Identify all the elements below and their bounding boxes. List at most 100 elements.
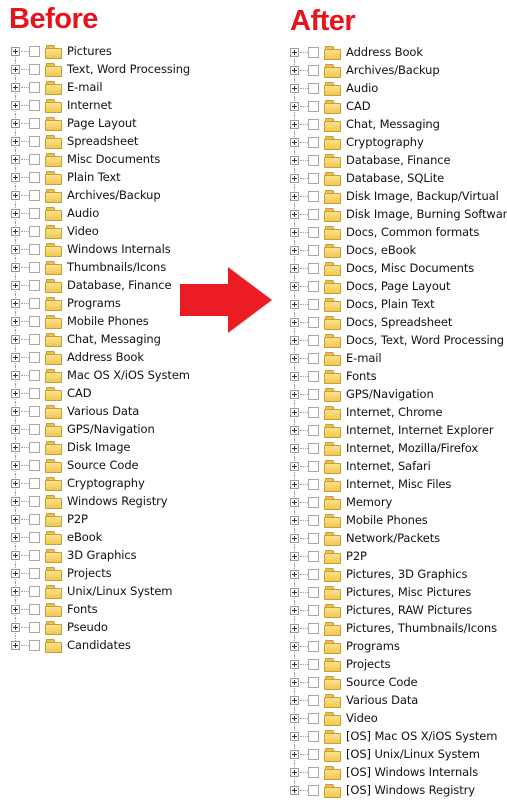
tree-item[interactable]: Address Book	[290, 43, 507, 61]
expand-plus-icon[interactable]	[290, 173, 299, 183]
expand-plus-icon[interactable]	[11, 46, 20, 56]
expand-plus-icon[interactable]	[290, 533, 299, 543]
tree-item[interactable]: Internet, Safari	[290, 457, 507, 475]
tree-item[interactable]: CAD	[11, 384, 190, 402]
tree-item[interactable]: Programs	[11, 294, 190, 312]
expand-plus-icon[interactable]	[290, 587, 299, 597]
tree-item[interactable]: GPS/Navigation	[290, 385, 507, 403]
tree-item[interactable]: Audio	[290, 79, 507, 97]
expand-plus-icon[interactable]	[290, 713, 299, 723]
tree-item[interactable]: [OS] Unix/Linux System	[290, 745, 507, 763]
checkbox[interactable]	[308, 658, 319, 670]
tree-item[interactable]: Database, Finance	[290, 151, 507, 169]
tree-item[interactable]: Thumbnails/Icons	[11, 258, 190, 276]
expand-plus-icon[interactable]	[290, 299, 299, 309]
checkbox[interactable]	[308, 406, 319, 418]
expand-plus-icon[interactable]	[11, 496, 20, 506]
tree-item[interactable]: Archives/Backup	[11, 186, 190, 204]
expand-plus-icon[interactable]	[11, 226, 20, 236]
checkbox[interactable]	[308, 568, 319, 580]
checkbox[interactable]	[29, 297, 40, 309]
tree-item[interactable]: Projects	[11, 564, 190, 582]
tree-item[interactable]: Various Data	[290, 691, 507, 709]
expand-plus-icon[interactable]	[11, 640, 20, 650]
tree-item[interactable]: Cryptography	[11, 474, 190, 492]
tree-item[interactable]: Archives/Backup	[290, 61, 507, 79]
tree-item[interactable]: Network/Packets	[290, 529, 507, 547]
checkbox[interactable]	[29, 351, 40, 363]
checkbox[interactable]	[29, 333, 40, 345]
tree-item[interactable]: Mobile Phones	[11, 312, 190, 330]
tree-item[interactable]: Internet	[11, 96, 190, 114]
tree-item[interactable]: Mac OS X/iOS System	[11, 366, 190, 384]
tree-item[interactable]: E-mail	[11, 78, 190, 96]
expand-plus-icon[interactable]	[11, 622, 20, 632]
checkbox[interactable]	[29, 441, 40, 453]
checkbox[interactable]	[29, 567, 40, 579]
expand-plus-icon[interactable]	[11, 442, 20, 452]
expand-plus-icon[interactable]	[290, 191, 299, 201]
expand-plus-icon[interactable]	[290, 317, 299, 327]
checkbox[interactable]	[308, 694, 319, 706]
tree-item[interactable]: Disk Image	[11, 438, 190, 456]
tree-item[interactable]: Page Layout	[11, 114, 190, 132]
checkbox[interactable]	[308, 748, 319, 760]
expand-plus-icon[interactable]	[11, 532, 20, 542]
expand-plus-icon[interactable]	[11, 370, 20, 380]
checkbox[interactable]	[29, 207, 40, 219]
checkbox[interactable]	[308, 424, 319, 436]
expand-plus-icon[interactable]	[290, 155, 299, 165]
checkbox[interactable]	[308, 82, 319, 94]
tree-item[interactable]: Pictures, Thumbnails/Icons	[290, 619, 507, 637]
checkbox[interactable]	[29, 387, 40, 399]
tree-item[interactable]: Source Code	[290, 673, 507, 691]
checkbox[interactable]	[308, 352, 319, 364]
tree-item[interactable]: P2P	[290, 547, 507, 565]
tree-item[interactable]: [OS] Windows Internals	[290, 763, 507, 781]
tree-item[interactable]: E-mail	[290, 349, 507, 367]
checkbox[interactable]	[308, 514, 319, 526]
tree-item[interactable]: Video	[11, 222, 190, 240]
expand-plus-icon[interactable]	[11, 334, 20, 344]
tree-item[interactable]: Internet, Chrome	[290, 403, 507, 421]
expand-plus-icon[interactable]	[11, 190, 20, 200]
tree-item[interactable]: Chat, Messaging	[290, 115, 507, 133]
checkbox[interactable]	[308, 118, 319, 130]
expand-plus-icon[interactable]	[11, 514, 20, 524]
expand-plus-icon[interactable]	[290, 569, 299, 579]
expand-plus-icon[interactable]	[290, 209, 299, 219]
checkbox[interactable]	[29, 279, 40, 291]
expand-plus-icon[interactable]	[290, 731, 299, 741]
tree-item[interactable]: Docs, Spreadsheet	[290, 313, 507, 331]
tree-item[interactable]: GPS/Navigation	[11, 420, 190, 438]
tree-item[interactable]: eBook	[11, 528, 190, 546]
tree-item[interactable]: Text, Word Processing	[11, 60, 190, 78]
tree-item[interactable]: Unix/Linux System	[11, 582, 190, 600]
tree-item[interactable]: Docs, Misc Documents	[290, 259, 507, 277]
tree-item[interactable]: Plain Text	[11, 168, 190, 186]
expand-plus-icon[interactable]	[290, 407, 299, 417]
expand-plus-icon[interactable]	[290, 695, 299, 705]
expand-plus-icon[interactable]	[11, 460, 20, 470]
expand-plus-icon[interactable]	[290, 227, 299, 237]
expand-plus-icon[interactable]	[11, 298, 20, 308]
expand-plus-icon[interactable]	[290, 425, 299, 435]
checkbox[interactable]	[308, 478, 319, 490]
tree-item[interactable]: Video	[290, 709, 507, 727]
expand-plus-icon[interactable]	[11, 82, 20, 92]
tree-item[interactable]: Docs, Page Layout	[290, 277, 507, 295]
checkbox[interactable]	[308, 676, 319, 688]
expand-plus-icon[interactable]	[290, 551, 299, 561]
expand-plus-icon[interactable]	[290, 245, 299, 255]
expand-plus-icon[interactable]	[290, 353, 299, 363]
checkbox[interactable]	[308, 136, 319, 148]
expand-plus-icon[interactable]	[11, 208, 20, 218]
tree-item[interactable]: Programs	[290, 637, 507, 655]
expand-plus-icon[interactable]	[290, 335, 299, 345]
expand-plus-icon[interactable]	[290, 623, 299, 633]
tree-item[interactable]: Pictures, RAW Pictures	[290, 601, 507, 619]
expand-plus-icon[interactable]	[290, 65, 299, 75]
expand-plus-icon[interactable]	[290, 371, 299, 381]
expand-plus-icon[interactable]	[290, 119, 299, 129]
expand-plus-icon[interactable]	[290, 101, 299, 111]
